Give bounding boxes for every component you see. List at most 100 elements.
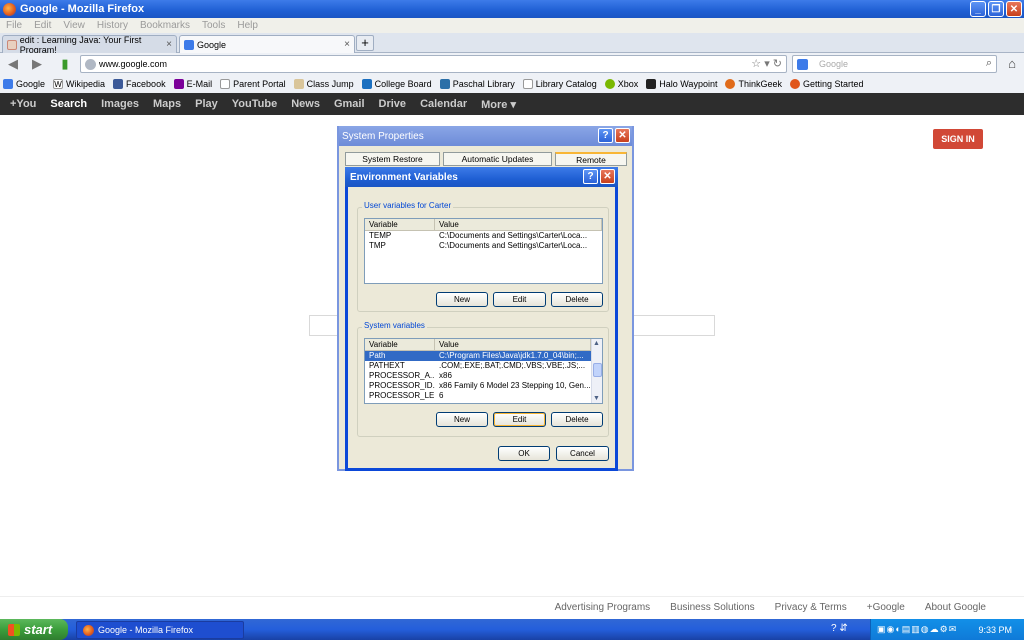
menu-bookmarks[interactable]: Bookmarks [140, 20, 190, 31]
google-search-icon [797, 59, 808, 70]
gbar-play[interactable]: Play [195, 98, 218, 110]
system-new-button[interactable]: New [436, 412, 488, 427]
start-button[interactable]: start [0, 619, 68, 640]
page-icon [522, 79, 533, 89]
system-properties-title-bar[interactable]: System Properties [339, 126, 632, 146]
scroll-down-icon[interactable]: ▼ [593, 395, 600, 402]
gbar-search[interactable]: Search [50, 98, 87, 110]
system-variables-list[interactable]: Variable Value Path C:\Program Files\Java… [364, 338, 603, 404]
clock[interactable]: 9:33 PM [978, 625, 1012, 635]
search-bar[interactable]: Google ⌕ [792, 55, 997, 73]
footer-plus-google[interactable]: +Google [867, 602, 905, 613]
tab-automatic-updates[interactable]: Automatic Updates [443, 152, 552, 166]
column-header-value[interactable]: Value [435, 219, 602, 230]
tab-google[interactable]: Google × [179, 35, 355, 53]
tab-learning-java[interactable]: edit : Learning Java: Your First Program… [2, 35, 177, 55]
list-item[interactable]: TMP C:\Documents and Settings\Carter\Loca… [365, 241, 602, 251]
star-reload-icon[interactable]: ☆ ▾ ↻ [751, 57, 782, 70]
user-delete-button[interactable]: Delete [551, 292, 603, 307]
column-header-value[interactable]: Value [435, 339, 591, 350]
gbar-gmail[interactable]: Gmail [334, 98, 365, 110]
close-tab-icon[interactable]: × [166, 39, 172, 50]
bookmark-parent-portal[interactable]: Parent Portal [220, 79, 286, 89]
system-edit-button[interactable]: Edit [493, 412, 546, 427]
close-button[interactable]: ✕ [600, 169, 615, 184]
gbar-you[interactable]: +You [10, 98, 36, 110]
column-header-variable[interactable]: Variable [365, 219, 435, 230]
gbar-news[interactable]: News [291, 98, 320, 110]
sign-in-button[interactable]: SIGN IN [933, 129, 983, 149]
tab-remote[interactable]: Remote [555, 152, 627, 166]
college-board-icon [361, 79, 372, 89]
help-button[interactable]: ? [583, 169, 598, 184]
environment-variables-title-bar[interactable]: Environment Variables [345, 167, 618, 187]
gbar-calendar[interactable]: Calendar [420, 98, 467, 110]
close-button[interactable]: ✕ [615, 128, 630, 143]
tray-help-icons[interactable]: ? ⇵ [831, 623, 863, 637]
new-tab-button[interactable]: + [356, 35, 374, 51]
list-item[interactable]: PATHEXT .COM;.EXE;.BAT;.CMD;.VBS;.VBE;.JS… [365, 361, 591, 371]
minimize-button[interactable]: _ [970, 1, 986, 17]
gbar-youtube[interactable]: YouTube [232, 98, 277, 110]
bookmark-halo-waypoint[interactable]: Halo Waypoint [646, 79, 717, 89]
column-header-variable[interactable]: Variable [365, 339, 435, 350]
bookmark-facebook[interactable]: Facebook [113, 79, 166, 89]
list-item-selected[interactable]: Path C:\Program Files\Java\jdk1.7.0_04\bi… [365, 351, 591, 361]
footer-business[interactable]: Business Solutions [670, 602, 755, 613]
restore-button[interactable]: ❐ [988, 1, 1004, 17]
user-new-button[interactable]: New [436, 292, 488, 307]
forward-icon[interactable]: ▶ [28, 56, 46, 72]
bookmark-college-board[interactable]: College Board [361, 79, 432, 89]
bookmark-thinkgeek[interactable]: ThinkGeek [725, 79, 782, 89]
url-bar[interactable]: www.google.com ☆ ▾ ↻ [80, 55, 787, 73]
user-edit-button[interactable]: Edit [493, 292, 546, 307]
bookmark-class-jump[interactable]: Class Jump [293, 79, 354, 89]
list-item[interactable]: TEMP C:\Documents and Settings\Carter\Loc… [365, 231, 602, 241]
magnifier-icon[interactable]: ⌕ [986, 57, 992, 70]
bookmark-paschal-library[interactable]: Paschal Library [439, 79, 515, 89]
bookmark-getting-started[interactable]: Getting Started [790, 79, 864, 89]
menu-help[interactable]: Help [237, 20, 258, 31]
footer-privacy[interactable]: Privacy & Terms [775, 602, 847, 613]
scroll-thumb[interactable] [593, 363, 602, 377]
bookmark-xbox[interactable]: Xbox [604, 79, 638, 89]
user-variables-list[interactable]: Variable Value TEMP C:\Documents and Sett… [364, 218, 603, 284]
footer-advertising[interactable]: Advertising Programs [555, 602, 651, 613]
bookmark-email[interactable]: E-Mail [173, 79, 212, 89]
menu-bar: File Edit View History Bookmarks Tools H… [0, 18, 1024, 33]
menu-tools[interactable]: Tools [202, 20, 225, 31]
system-delete-button[interactable]: Delete [551, 412, 603, 427]
bookmark-google[interactable]: Google [3, 79, 45, 89]
group-label: User variables for Carter [362, 201, 454, 210]
gbar-drive[interactable]: Drive [379, 98, 407, 110]
list-item[interactable]: PROCESSOR_ID... x86 Family 6 Model 23 Ste… [365, 381, 591, 391]
menu-edit[interactable]: Edit [34, 20, 51, 31]
bookmark-wikipedia[interactable]: W Wikipedia [53, 79, 105, 89]
menu-file[interactable]: File [6, 20, 22, 31]
ok-button[interactable]: OK [498, 446, 550, 461]
gbar-images[interactable]: Images [101, 98, 139, 110]
tab-system-restore[interactable]: System Restore [345, 152, 440, 166]
home-icon[interactable]: ⌂ [1003, 56, 1021, 72]
list-item[interactable]: PROCESSOR_LE... 6 [365, 391, 591, 401]
gbar-maps[interactable]: Maps [153, 98, 181, 110]
var-value: C:\Program Files\Java\jdk1.7.0_04\bin;..… [439, 351, 584, 360]
close-tab-icon[interactable]: × [344, 39, 350, 50]
scrollbar[interactable]: ▲ ▼ [591, 339, 602, 403]
menu-view[interactable]: View [63, 20, 85, 31]
footer-about[interactable]: About Google [925, 602, 986, 613]
taskbar-firefox-item[interactable]: Google - Mozilla Firefox [76, 621, 244, 639]
tray-icons[interactable]: ▣◉◐▤▥◍☁⚙✉ [871, 624, 957, 635]
window-title-bar[interactable]: Google - Mozilla Firefox _ ❐ ✕ [0, 0, 1024, 18]
gbar-more[interactable]: More ▾ [481, 98, 516, 111]
bookmark-library-catalog[interactable]: Library Catalog [522, 79, 597, 89]
cancel-button[interactable]: Cancel [556, 446, 609, 461]
close-window-button[interactable]: ✕ [1006, 1, 1022, 17]
scroll-up-icon[interactable]: ▲ [593, 340, 600, 347]
back-icon[interactable]: ◀ [4, 56, 22, 72]
var-value: C:\Documents and Settings\Carter\Loca... [439, 231, 588, 240]
firefox-icon [790, 79, 800, 89]
menu-history[interactable]: History [97, 20, 128, 31]
list-item[interactable]: PROCESSOR_A... x86 [365, 371, 591, 381]
help-button[interactable]: ? [598, 128, 613, 143]
